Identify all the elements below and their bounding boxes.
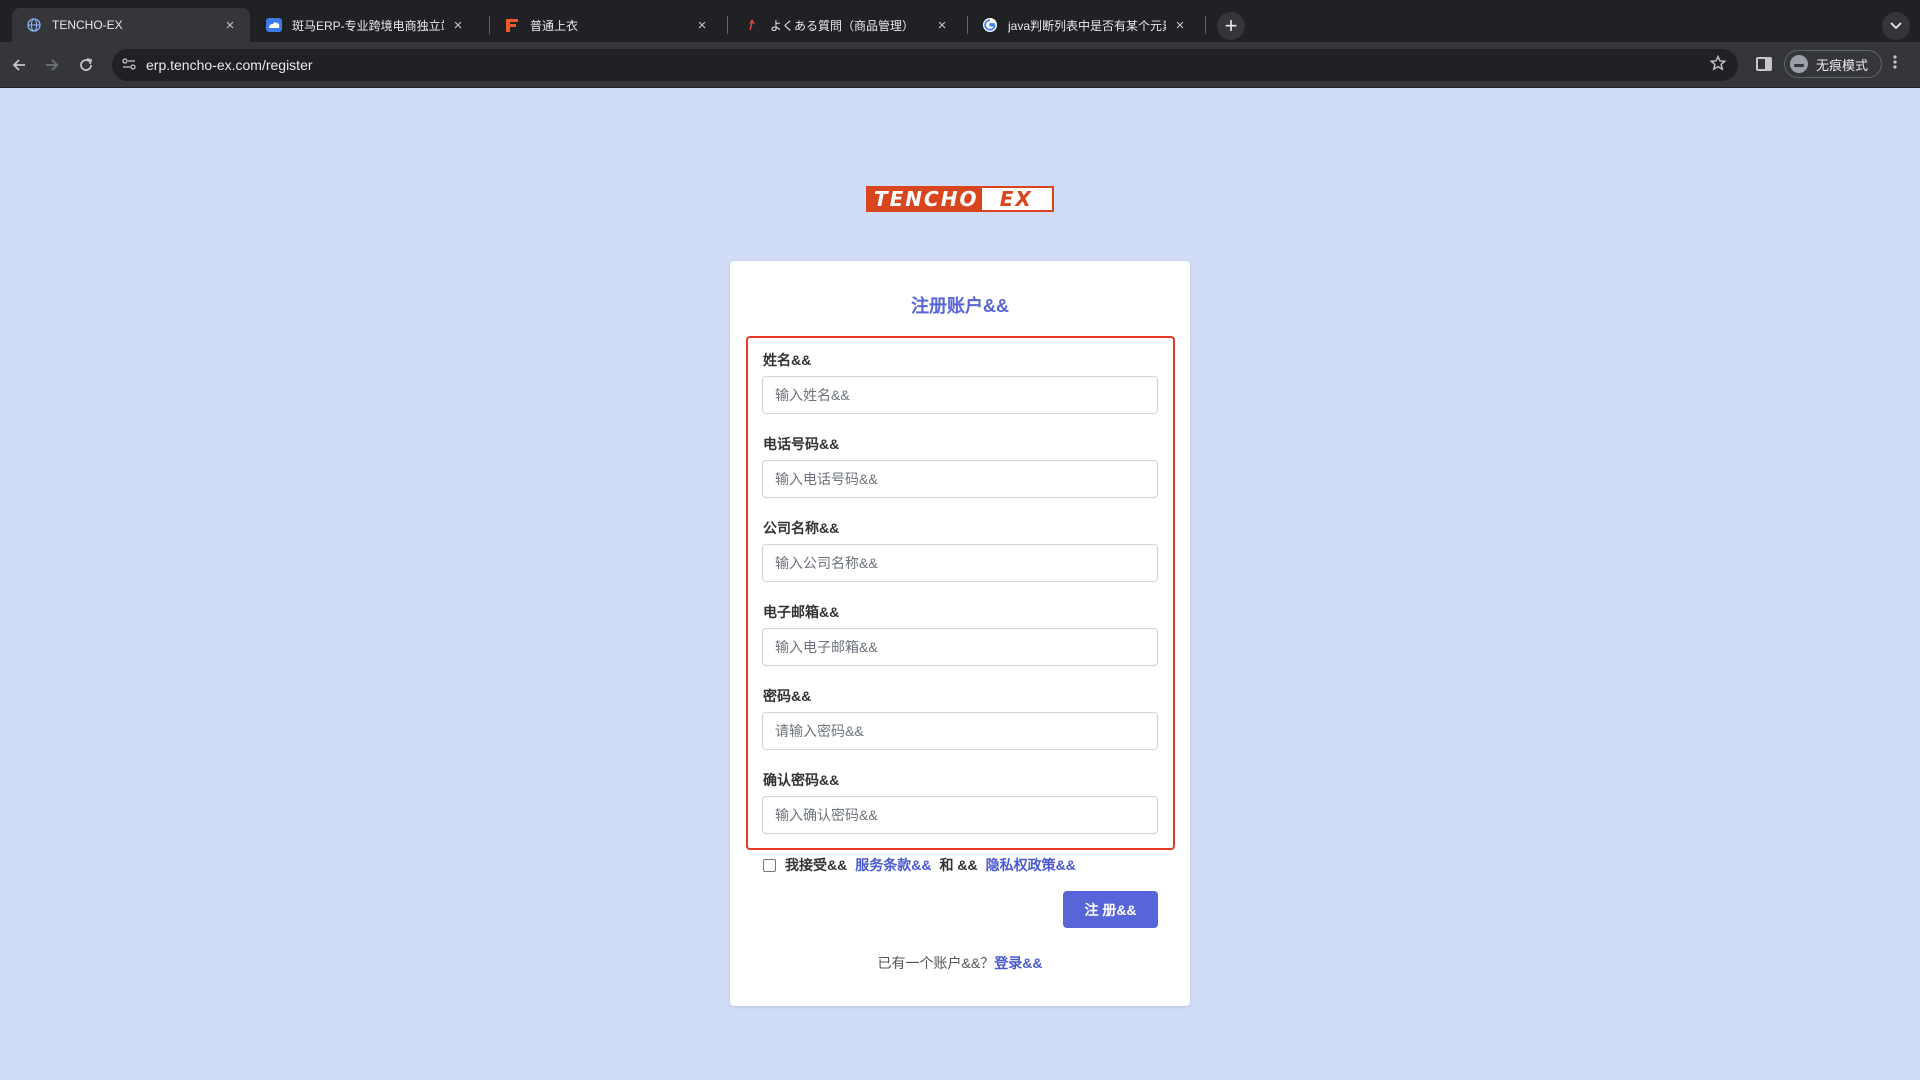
privacy-policy-link[interactable]: 隐私权政策&& (986, 855, 1076, 875)
phone-input[interactable] (762, 460, 1158, 498)
name-label: 姓名&& (763, 352, 812, 368)
more-menu-button[interactable] (1893, 52, 1897, 76)
terms-of-service-link[interactable]: 服务条款&& (855, 855, 931, 875)
google-icon (982, 17, 998, 33)
agree-and-text: 和 && (939, 857, 978, 873)
logo-left-text: TENCHO (868, 188, 983, 210)
tab-separator (1205, 16, 1206, 34)
globe-icon (26, 17, 42, 33)
email-input[interactable] (762, 628, 1158, 666)
tencho-ex-logo: TENCHO EX (866, 186, 1054, 212)
password-input[interactable] (762, 712, 1158, 750)
login-prompt-row: 已有一个账户&&？登录&& (730, 953, 1190, 973)
side-panel-icon[interactable] (1756, 57, 1772, 71)
chevron-down-icon (1890, 22, 1902, 30)
company-label: 公司名称&& (763, 520, 840, 536)
site-info-icon[interactable] (122, 57, 142, 73)
incognito-indicator[interactable]: 无痕模式 (1784, 50, 1882, 78)
close-icon[interactable]: × (694, 17, 710, 34)
tab-separator (727, 16, 728, 34)
register-button[interactable]: 注 册&& (1063, 891, 1158, 928)
tab-google-search[interactable]: java判断列表中是否有某个元素 × (968, 8, 1200, 42)
url-text[interactable]: erp.tencho-ex.com/register (146, 57, 313, 73)
arrow-right-icon (46, 59, 59, 71)
tab-faq[interactable]: よくある質問（商品管理） × (730, 8, 962, 42)
address-bar[interactable]: erp.tencho-ex.com/register (112, 49, 1738, 81)
browser-toolbar: erp.tencho-ex.com/register (0, 42, 1920, 88)
tab-search-button[interactable] (1882, 12, 1910, 40)
terms-checkbox[interactable] (763, 858, 776, 872)
password-label: 密码&& (763, 688, 812, 704)
agree-prefix-text: 我接受&& (785, 857, 848, 873)
reload-button[interactable] (72, 51, 100, 79)
close-icon[interactable]: × (1172, 17, 1188, 34)
company-input[interactable] (762, 544, 1158, 582)
terms-agreement-row: 我接受&& 服务条款&& 和 && 隐私权政策&& (763, 855, 1076, 875)
confirm-password-input[interactable] (762, 796, 1158, 834)
confirm-password-label: 确认密码&& (763, 772, 840, 788)
name-input[interactable] (762, 376, 1158, 414)
forward-button[interactable] (38, 51, 66, 79)
tab-strip: TENCHO-EX × 斑马ERP-专业跨境电商独立站E × 普通上衣 × よく… (0, 0, 1920, 42)
page-title: 注册账户&& (911, 296, 1009, 316)
pin-icon (744, 17, 760, 33)
close-icon[interactable]: × (450, 17, 466, 34)
close-icon[interactable]: × (222, 17, 238, 34)
email-label: 电子邮箱&& (763, 604, 840, 620)
incognito-label: 无痕模式 (1816, 57, 1869, 73)
bookmark-star-icon[interactable] (1709, 54, 1727, 76)
reload-icon (80, 58, 93, 71)
back-button[interactable] (5, 51, 33, 79)
new-tab-button[interactable]: + (1217, 12, 1245, 40)
cloud-icon (266, 17, 282, 33)
logo-right-text: EX (982, 188, 1052, 210)
tab-zebra-erp[interactable]: 斑马ERP-专业跨境电商独立站E × (252, 8, 478, 42)
brand-icon (504, 17, 520, 33)
phone-label: 电话号码&& (763, 436, 840, 452)
incognito-icon (1790, 55, 1808, 73)
kebab-menu-icon (1893, 55, 1897, 69)
register-card: 注册账户&& 姓名&& 电话号码&& 公司名称&& 电子邮箱&& 密码&& 确认… (730, 261, 1190, 1006)
login-prompt-text: 已有一个账户&&？ (877, 955, 995, 971)
close-icon[interactable]: × (934, 17, 950, 34)
arrow-left-icon (12, 59, 25, 71)
tab-tencho-ex[interactable]: TENCHO-EX × (12, 8, 250, 42)
login-link[interactable]: 登录&& (994, 955, 1042, 971)
tab-regular-top[interactable]: 普通上衣 × (490, 8, 722, 42)
